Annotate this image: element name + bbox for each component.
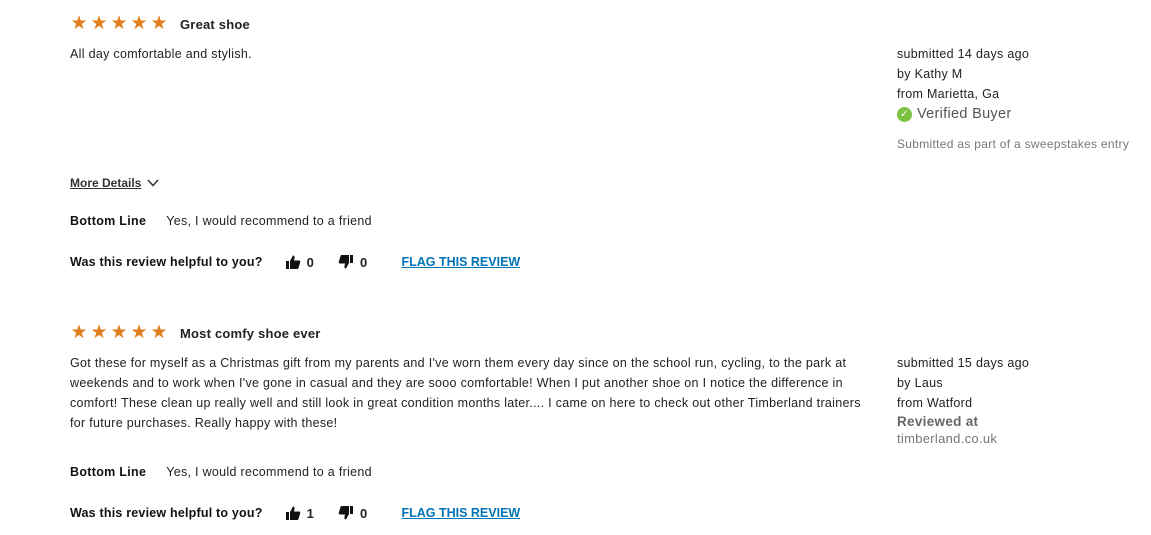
review-meta: submitted 15 days ago by Laus from Watfo… <box>897 353 1147 447</box>
more-details-toggle[interactable]: More Details <box>70 176 159 190</box>
review-card: ★ ★ ★ ★ ★ Most comfy shoe ever Got these… <box>70 323 1145 521</box>
review-body: Got these for myself as a Christmas gift… <box>70 356 861 430</box>
star-icon: ★ <box>90 322 108 343</box>
review-header: ★ ★ ★ ★ ★ Most comfy shoe ever <box>70 323 1145 343</box>
sweepstakes-note: Submitted as part of a sweepstakes entry <box>897 137 1130 151</box>
reviewer-location: from Watford <box>897 396 973 410</box>
star-icon: ★ <box>110 13 128 34</box>
helpful-no-count: 0 <box>360 505 368 521</box>
review-body: All day comfortable and stylish. <box>70 47 252 61</box>
helpful-question: Was this review helpful to you? <box>70 506 263 520</box>
flag-review-link[interactable]: FLAG THIS REVIEW <box>401 255 520 269</box>
check-circle-icon: ✓ <box>897 106 912 122</box>
more-details-label: More Details <box>70 176 142 190</box>
bottom-line: Bottom Line Yes, I would recommend to a … <box>70 214 372 228</box>
bottom-line-label: Bottom Line <box>70 214 147 228</box>
thumbs-up-icon <box>285 255 300 269</box>
star-icon: ★ <box>110 322 128 343</box>
reviewed-at-label: Reviewed at <box>897 414 979 429</box>
helpful-yes-button[interactable]: 0 <box>285 254 314 270</box>
thumbs-down-icon <box>338 506 354 520</box>
reviewer-name: by Laus <box>897 376 943 390</box>
helpful-yes-count: 1 <box>306 505 315 521</box>
review-header: ★ ★ ★ ★ ★ Great shoe <box>70 14 1145 34</box>
bottom-line-label: Bottom Line <box>70 465 147 479</box>
submitted-date: submitted 15 days ago <box>897 356 1030 370</box>
bottom-line-value: Yes, I would recommend to a friend <box>166 214 372 228</box>
review-headline: Most comfy shoe ever <box>180 325 321 341</box>
star-rating: ★ ★ ★ ★ ★ <box>70 322 168 343</box>
reviewed-at-site: timberland.co.uk <box>897 431 998 446</box>
thumbs-up-icon <box>285 506 300 520</box>
submitted-date: submitted 14 days ago <box>897 47 1030 61</box>
chevron-down-icon <box>147 179 159 187</box>
helpful-yes-button[interactable]: 1 <box>285 505 314 521</box>
helpful-row: Was this review helpful to you? 1 0 FLAG… <box>70 505 520 521</box>
reviewer-location: from Marietta, Ga <box>897 87 1000 101</box>
star-icon: ★ <box>90 13 108 34</box>
review-meta: submitted 14 days ago by Kathy M from Ma… <box>897 44 1147 154</box>
star-icon: ★ <box>150 322 168 343</box>
flag-review-link[interactable]: FLAG THIS REVIEW <box>401 506 520 520</box>
star-icon: ★ <box>130 13 148 34</box>
helpful-question: Was this review helpful to you? <box>70 255 263 269</box>
review-card: ★ ★ ★ ★ ★ Great shoe All day comfortable… <box>70 14 1145 270</box>
star-rating: ★ ★ ★ ★ ★ <box>70 13 168 34</box>
star-icon: ★ <box>70 13 88 34</box>
helpful-yes-count: 0 <box>306 254 315 270</box>
helpful-no-button[interactable]: 0 <box>338 254 367 270</box>
helpful-no-count: 0 <box>360 254 368 270</box>
helpful-row: Was this review helpful to you? 0 0 FLAG… <box>70 254 520 270</box>
star-icon: ★ <box>130 322 148 343</box>
helpful-no-button[interactable]: 0 <box>338 505 367 521</box>
reviewer-name: by Kathy M <box>897 67 963 81</box>
star-icon: ★ <box>70 322 88 343</box>
bottom-line: Bottom Line Yes, I would recommend to a … <box>70 465 372 479</box>
review-headline: Great shoe <box>180 16 250 32</box>
star-icon: ★ <box>150 13 168 34</box>
thumbs-down-icon <box>338 255 354 269</box>
verified-buyer-badge: ✓ Verified Buyer <box>897 104 1147 124</box>
bottom-line-value: Yes, I would recommend to a friend <box>166 465 372 479</box>
verified-label: Verified Buyer <box>917 106 1012 122</box>
